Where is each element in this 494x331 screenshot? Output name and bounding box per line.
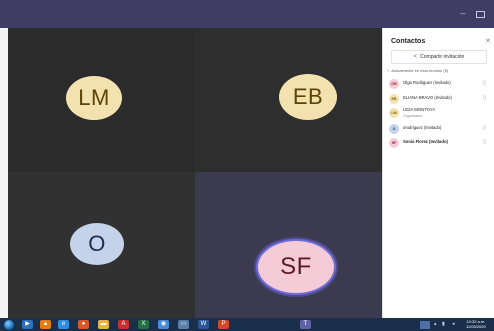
mic-muted-icon: ▯ (483, 125, 486, 131)
minimize-icon[interactable]: – (458, 8, 468, 18)
tray-chevron-icon[interactable]: ▴ (434, 321, 437, 327)
participant-tile-lm[interactable]: LM (8, 28, 195, 172)
avatar: EB (389, 94, 399, 104)
participant-row[interactable]: OR Olga Rodriguez (Invitado) ▯ (387, 78, 493, 90)
participant-row[interactable]: SF Sonia Florez (Invitado) ▯ (387, 137, 493, 149)
pdf-icon[interactable]: A (118, 320, 129, 329)
start-button[interactable] (4, 320, 14, 330)
contacts-panel: Contactos ✕ < Compartir invitación ˅ Actu… (382, 28, 494, 331)
close-icon[interactable]: ✕ (485, 37, 491, 45)
section-header[interactable]: ˅ Actualmente en esta reunión (5) (387, 68, 448, 73)
participant-row[interactable]: EB ELIANA BRAVO (Invitado) ▯ (387, 93, 493, 105)
chrome-icon[interactable]: ◉ (158, 320, 169, 329)
explorer-icon[interactable]: ▭ (178, 320, 189, 329)
share-invite-label: Compartir invitación (420, 54, 465, 60)
avatar: OR (389, 79, 399, 89)
mic-muted-icon: ▯ (483, 80, 486, 86)
participant-name: orodriguez (Invitado) (403, 125, 442, 130)
participant-tile-eb[interactable]: EB (195, 28, 382, 172)
maximize-icon[interactable] (476, 11, 485, 18)
participant-name: Olga Rodriguez (Invitado) (403, 80, 451, 85)
tray-app-icon[interactable] (420, 321, 430, 329)
avatar: EB (279, 74, 337, 120)
avatar: LM (389, 108, 399, 118)
taskbar: ▶ ▲ e ● ▬ A X ◉ ▭ W P T ▴ ▮ ◂ 10:32 a.m. 11/05/2020 (0, 318, 494, 331)
participant-name: LEZA MONTOYA (403, 107, 436, 112)
chevron-down-icon: ˅ (387, 68, 390, 73)
participant-tile-o[interactable]: O (8, 172, 195, 324)
title-bar: – (0, 0, 494, 28)
network-icon[interactable]: ▮ (442, 321, 445, 327)
participant-name: ELIANA BRAVO (Invitado) (403, 95, 452, 100)
section-label: Actualmente en esta reunión (5) (391, 68, 449, 73)
paint-icon[interactable]: ● (78, 320, 89, 329)
avatar: LM (66, 76, 122, 120)
participant-role: Organizador (403, 114, 423, 118)
participant-tile-sf[interactable]: SF (195, 172, 382, 324)
mic-muted-icon: ▯ (483, 95, 486, 101)
excel-icon[interactable]: X (138, 320, 149, 329)
share-invite-button[interactable]: < Compartir invitación (391, 50, 487, 64)
active-speaker-avatar: SF (256, 239, 336, 295)
avatar: O (389, 124, 399, 134)
media-player-icon[interactable]: ▶ (22, 320, 33, 329)
avatar: O (70, 223, 124, 265)
participant-name: Sonia Florez (Invitado) (403, 139, 448, 144)
powerpoint-icon[interactable]: P (218, 320, 229, 329)
mic-muted-icon: ▯ (483, 139, 486, 145)
ie-icon[interactable]: e (58, 320, 69, 329)
share-icon: < (413, 54, 418, 60)
panel-title: Contactos (391, 38, 426, 45)
participant-row[interactable]: Oorodriguez (Invitado) ▯ (387, 123, 493, 135)
word-icon[interactable]: W (198, 320, 209, 329)
participant-row[interactable]: LM LEZA MONTOYA Organizador (387, 107, 493, 119)
volume-icon[interactable]: ◂ (452, 321, 455, 327)
clock-date: 11/05/2020 (466, 324, 486, 329)
avatar: SF (389, 138, 399, 148)
teams-icon[interactable]: T (300, 320, 311, 329)
vlc-icon[interactable]: ▲ (40, 320, 51, 329)
video-grid: LM EB O SF (8, 28, 382, 324)
clock[interactable]: 10:32 a.m. 11/05/2020 (466, 319, 486, 329)
folder-icon[interactable]: ▬ (98, 320, 109, 329)
